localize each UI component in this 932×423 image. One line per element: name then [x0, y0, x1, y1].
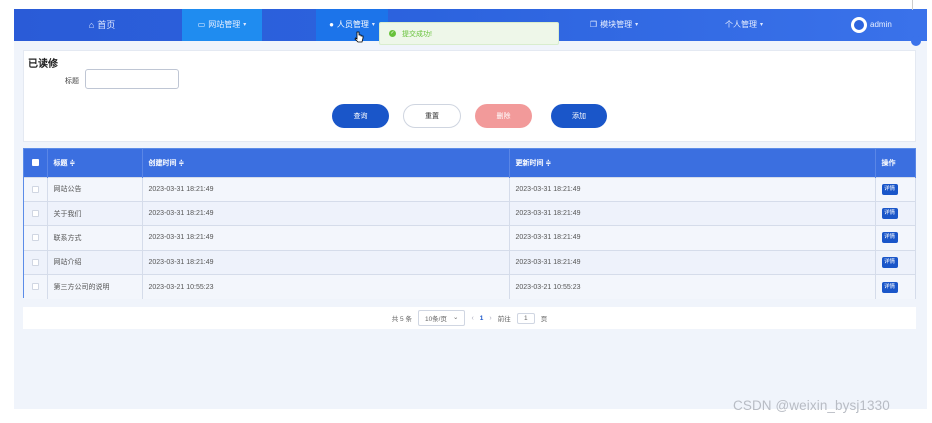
- cell-created: 2023-03-21 10:55:23: [142, 274, 510, 299]
- row-checkbox[interactable]: [24, 200, 48, 226]
- total-count: 共 5 条: [391, 316, 412, 323]
- cell-created: 2023-03-31 18:21:49: [142, 176, 510, 202]
- table-row: 第三方公司的说明 2023-03-21 10:55:23 2023-03-21 …: [24, 274, 916, 299]
- data-table: 标题 ≑ 创建时间 ≑ 更新时间 ≑ 操作 网站公告 2023-03-31 18…: [23, 148, 916, 299]
- nav-module-management[interactable]: ❐ 模块管理 ▾: [579, 9, 649, 41]
- prev-page-button[interactable]: ‹: [471, 315, 473, 322]
- nav-website-management[interactable]: ▭ 网站管理 ▾: [182, 9, 262, 41]
- select-all-checkbox[interactable]: [24, 149, 48, 177]
- chevron-down-icon: ▾: [635, 22, 639, 28]
- cell-title: 网站公告: [47, 176, 143, 202]
- cell-updated: 2023-03-31 18:21:49: [509, 249, 876, 275]
- goto-page-input[interactable]: 1: [516, 312, 535, 324]
- nav-staff-management[interactable]: ● 人员管理 ▾: [316, 9, 388, 41]
- nav-home[interactable]: ⌂ 首页: [82, 9, 122, 41]
- nav-personal-label: 个人管理: [724, 20, 757, 29]
- detail-button[interactable]: 详情: [881, 208, 898, 220]
- cell-actions: 详情: [875, 176, 916, 202]
- goto-suffix: 页: [540, 316, 548, 323]
- cell-updated: 2023-03-31 18:21:49: [509, 176, 876, 202]
- cell-created: 2023-03-31 18:21:49: [142, 200, 510, 226]
- detail-button[interactable]: 详情: [881, 183, 898, 195]
- table-header-row: 标题 ≑ 创建时间 ≑ 更新时间 ≑ 操作: [24, 149, 916, 177]
- user-menu[interactable]: admin: [851, 9, 911, 41]
- add-button[interactable]: 添加: [551, 104, 607, 128]
- row-checkbox[interactable]: [24, 274, 48, 299]
- nav-home-label: 首页: [97, 20, 116, 30]
- title-filter-label: 标题: [65, 78, 79, 85]
- reset-button[interactable]: 重置: [403, 104, 461, 128]
- page-number-current[interactable]: 1: [480, 315, 484, 322]
- chevron-down-icon: ⌄: [453, 314, 459, 321]
- username: admin: [870, 20, 892, 29]
- detail-button[interactable]: 详情: [881, 256, 898, 268]
- table-row: 联系方式 2023-03-31 18:21:49 2023-03-31 18:2…: [24, 225, 916, 251]
- detail-button[interactable]: 详情: [881, 232, 898, 244]
- monitor-icon: ▭: [197, 20, 206, 29]
- table-row: 关于我们 2023-03-31 18:21:49 2023-03-31 18:2…: [24, 200, 916, 226]
- cell-actions: 详情: [875, 200, 916, 226]
- table-row: 网站公告 2023-03-31 18:21:49 2023-03-31 18:2…: [24, 176, 916, 202]
- table-row: 网站介绍 2023-03-31 18:21:49 2023-03-31 18:2…: [24, 249, 916, 275]
- chevron-down-icon: ▾: [243, 22, 247, 28]
- pagination: 共 5 条 10条/页 ⌄ ‹ 1 › 前往 1 页: [23, 307, 916, 329]
- nav-module-label: 模块管理: [600, 20, 633, 29]
- app-window: ⌂ 首页 ▭ 网站管理 ▾ ● 人员管理 ▾ ❐ 模块管理 ▾ 个人管理 ▾ a…: [14, 9, 927, 409]
- cell-actions: 详情: [875, 225, 916, 251]
- copy-icon: ❐: [589, 20, 598, 29]
- cell-updated: 2023-03-21 10:55:23: [509, 274, 876, 299]
- cell-title: 网站介绍: [47, 249, 143, 275]
- cell-created: 2023-03-31 18:21:49: [142, 225, 510, 251]
- toast-message: 提交成功!: [402, 30, 432, 38]
- cell-title: 关于我们: [47, 200, 143, 226]
- delete-button[interactable]: 删除: [475, 104, 532, 128]
- column-header-title[interactable]: 标题 ≑: [47, 149, 143, 177]
- watermark: CSDN @weixin_bysj1330: [733, 398, 890, 413]
- panel-title: 已读修: [28, 59, 58, 70]
- column-header-created[interactable]: 创建时间 ≑: [142, 149, 510, 177]
- page-size-value: 10条/页: [424, 316, 447, 323]
- chevron-down-icon: ▾: [759, 22, 763, 28]
- mouse-cursor-icon: [354, 31, 364, 43]
- nav-staff-label: 人员管理: [336, 20, 369, 29]
- cell-actions: 详情: [875, 274, 916, 299]
- cell-title: 联系方式: [47, 225, 143, 251]
- home-icon: ⌂: [88, 20, 95, 30]
- avatar: [851, 17, 867, 33]
- title-filter-input[interactable]: [85, 69, 179, 89]
- cell-created: 2023-03-31 18:21:49: [142, 249, 510, 275]
- success-toast: ✓ 提交成功!: [379, 22, 559, 45]
- nav-personal-management[interactable]: 个人管理 ▾: [714, 9, 774, 41]
- cell-updated: 2023-03-31 18:21:49: [509, 200, 876, 226]
- page-size-select[interactable]: 10条/页 ⌄: [417, 310, 466, 326]
- chevron-down-icon: ▾: [371, 22, 375, 28]
- column-header-updated[interactable]: 更新时间 ≑: [509, 149, 876, 177]
- column-header-actions: 操作: [875, 149, 916, 177]
- search-panel: 已读修 标题 查询 重置 删除 添加: [23, 50, 916, 142]
- floating-button[interactable]: [911, 36, 921, 46]
- cell-updated: 2023-03-31 18:21:49: [509, 225, 876, 251]
- row-checkbox[interactable]: [24, 176, 48, 202]
- user-icon: ●: [329, 20, 334, 29]
- goto-prefix: 前往: [497, 316, 511, 323]
- window-edge: [912, 0, 913, 10]
- cell-title: 第三方公司的说明: [47, 274, 143, 299]
- detail-button[interactable]: 详情: [881, 281, 898, 293]
- row-checkbox[interactable]: [24, 225, 48, 251]
- nav-website-label: 网站管理: [208, 20, 241, 29]
- cell-actions: 详情: [875, 249, 916, 275]
- row-checkbox[interactable]: [24, 249, 48, 275]
- query-button[interactable]: 查询: [332, 104, 389, 128]
- check-circle-icon: ✓: [389, 30, 396, 37]
- next-page-button[interactable]: ›: [489, 315, 491, 322]
